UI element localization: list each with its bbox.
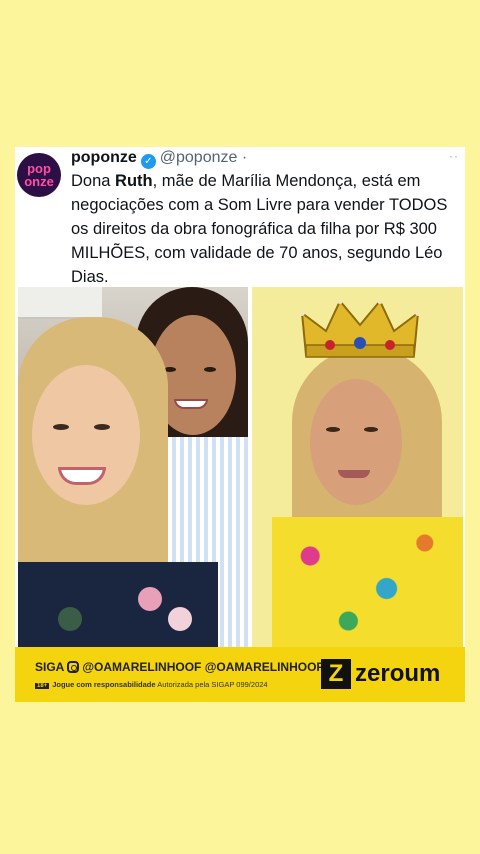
age-badge: 18+: [35, 683, 50, 689]
zeroum-wordmark: zeroum: [355, 660, 441, 687]
poponze-avatar: pop onze: [17, 153, 61, 197]
separator-dot: ·: [241, 149, 248, 166]
tweet-header: poponze ✓ @poponze ·: [71, 149, 247, 169]
tweet-screenshot: pop onze poponze ✓ @poponze · ·· Dona Ruth…: [15, 147, 465, 287]
responsible-gaming-disclaimer: 18+ Jogue com responsabilidade Autorizada…: [35, 680, 268, 689]
photo-collage: [15, 287, 465, 702]
siga-label: SIGA: [35, 660, 65, 674]
instagram-handles: @OAMARELINHOOF @OAMARELINHOOF2: [82, 660, 331, 674]
follow-line: SIGA @OAMARELINHOOF @OAMARELINHOOF2: [35, 660, 330, 674]
zeroum-logo: Zzeroum: [321, 659, 440, 689]
post-card[interactable]: pop onze poponze ✓ @poponze · ·· Dona Ruth…: [15, 147, 465, 702]
sponsor-banner[interactable]: SIGA @OAMARELINHOOF @OAMARELINHOOF2 18+ Jo…: [15, 647, 465, 702]
verified-badge-icon: ✓: [140, 154, 156, 169]
instagram-icon: [67, 661, 80, 673]
tweet-text: Dona Ruth, mãe de Marília Mendonça, está…: [71, 172, 448, 286]
crown-icon: [300, 298, 420, 358]
zeroum-logo-mark: Z: [321, 659, 351, 689]
tweet-author-handle: @poponze: [159, 149, 238, 166]
tweet-author-name: poponze: [71, 149, 137, 166]
more-options-icon: ··: [449, 149, 459, 163]
mother-daughter-photo: [18, 287, 248, 647]
crowned-portrait-photo: [252, 287, 463, 647]
